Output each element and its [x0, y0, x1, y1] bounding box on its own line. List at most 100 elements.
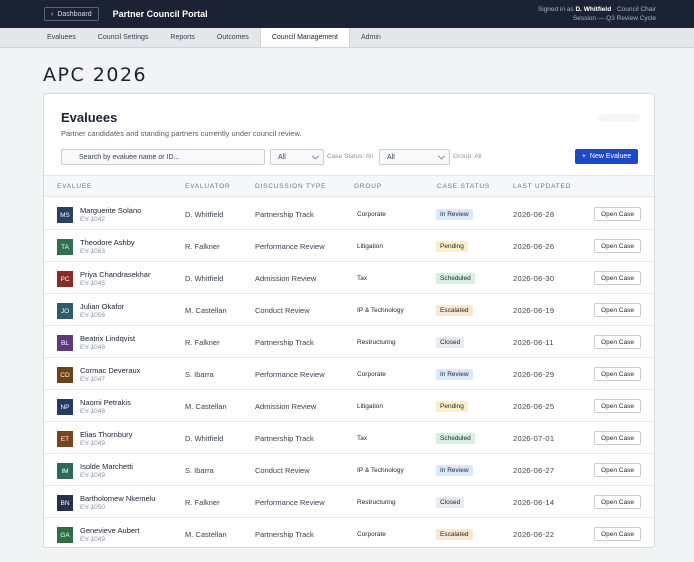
evaluee-name[interactable]: Isolde Marchetti	[80, 462, 133, 471]
last-updated: 2026-06-11	[513, 338, 554, 347]
evaluator: R. Falkner	[185, 498, 220, 507]
evaluator: D. Whitfield	[185, 210, 224, 219]
open-case-button[interactable]: Open Case	[594, 495, 641, 509]
dashboard-button[interactable]: ‹ Dashboard	[44, 7, 99, 21]
last-updated: 2026-06-19	[513, 306, 555, 315]
tab-admin[interactable]: Admin	[350, 28, 392, 47]
column-header-discussion-type[interactable]: DISCUSSION TYPE	[255, 183, 326, 190]
evaluator: D. Whitfield	[185, 274, 224, 283]
group: Corporate	[357, 211, 386, 218]
evaluee-id: EV-1048	[80, 408, 105, 415]
evaluator: S. Ibarra	[185, 466, 214, 475]
group: Tax	[357, 435, 368, 442]
group: Restructuring	[357, 499, 396, 506]
status-badge: In Review	[436, 209, 473, 220]
evaluee-id: EV-1042	[80, 216, 105, 223]
evaluee-id: EV-1048	[80, 344, 105, 351]
evaluator: R. Falkner	[185, 338, 220, 347]
evaluee-name[interactable]: Priya Chandrasekhar	[80, 270, 150, 279]
user-name[interactable]: D. Whitfield	[575, 6, 611, 13]
column-header-evaluee[interactable]: EVALUEE	[57, 183, 92, 190]
table-row[interactable]: GA Genevieve Aubert EV-1049 M. Castellan Par…	[44, 518, 654, 547]
table-row[interactable]: ET Elias Thornbury EV-1049 D. Whitfield Part…	[44, 422, 654, 454]
discussion-type: Admission Review	[255, 402, 317, 411]
discussion-type: Partnership Track	[255, 210, 314, 219]
card-title: Evaluees	[61, 110, 118, 125]
table-row[interactable]: IM Isolde Marchetti EV-1049 S. Ibarra Conduc…	[44, 454, 654, 486]
open-case-button[interactable]: Open Case	[594, 239, 641, 253]
evaluator: M. Castellan	[185, 306, 227, 315]
chevron-down-icon	[437, 152, 446, 160]
tab-outcomes[interactable]: Outcomes	[206, 28, 260, 47]
table-row[interactable]: BN Bartholomew Nkemelu EV-1050 R. Falkner Pe…	[44, 486, 654, 518]
column-header-group[interactable]: GROUP	[354, 183, 382, 190]
discussion-type: Conduct Review	[255, 306, 310, 315]
open-case-button[interactable]: Open Case	[594, 303, 641, 317]
tab-council-settings[interactable]: Council Settings	[87, 28, 160, 47]
table-row[interactable]: PC Priya Chandrasekhar EV-1045 D. Whitfield…	[44, 262, 654, 294]
evaluee-name[interactable]: Theodore Ashby	[80, 238, 135, 247]
tab-bar: Evaluees Council Settings Reports Outcom…	[0, 28, 694, 48]
table-row[interactable]: BL Beatrix Lindqvist EV-1048 R. Falkner Part…	[44, 326, 654, 358]
open-case-button[interactable]: Open Case	[594, 399, 641, 413]
search-placeholder: Search by evaluee name or ID...	[79, 153, 180, 161]
evaluator: R. Falkner	[185, 242, 220, 251]
discussion-type: Performance Review	[255, 498, 325, 507]
table-header: EVALUEE EVALUATOR DISCUSSION TYPE GROUP …	[44, 175, 654, 197]
search-input[interactable]: Search by evaluee name or ID...	[61, 149, 265, 165]
open-case-button[interactable]: Open Case	[594, 367, 641, 381]
last-updated: 2026-06-26	[513, 242, 555, 251]
evaluee-name[interactable]: Marguerite Solano	[80, 206, 141, 215]
open-case-button[interactable]: Open Case	[594, 271, 641, 285]
evaluee-id: EV-1047	[80, 376, 105, 383]
status-badge: Scheduled	[436, 433, 475, 444]
table-row[interactable]: TA Theodore Ashby EV-1083 R. Falkner Perform…	[44, 230, 654, 262]
status-badge: Escalated	[436, 305, 473, 316]
evaluee-name[interactable]: Beatrix Lindqvist	[80, 334, 135, 343]
group: Litigation	[357, 243, 384, 250]
case-status-select[interactable]: All	[270, 149, 324, 165]
evaluee-name[interactable]: Cormac Deveraux	[80, 366, 140, 375]
column-header-last-updated[interactable]: LAST UPDATED	[513, 183, 571, 190]
status-badge: Scheduled	[436, 273, 475, 284]
tab-reports[interactable]: Reports	[159, 28, 206, 47]
evaluee-id: EV-1049	[80, 472, 105, 479]
evaluee-id: EV-1049	[80, 440, 105, 447]
open-case-button[interactable]: Open Case	[594, 207, 641, 221]
open-case-button[interactable]: Open Case	[594, 431, 641, 445]
column-header-evaluator[interactable]: EVALUATOR	[185, 183, 231, 190]
open-case-button[interactable]: Open Case	[594, 335, 641, 349]
table-row[interactable]: NP Naomi Petrakis EV-1048 M. Castellan Admis…	[44, 390, 654, 422]
status-badge: Closed	[436, 337, 465, 348]
case-status-label: Case Status: All	[327, 153, 373, 160]
group-select[interactable]: All	[379, 149, 450, 165]
table-row[interactable]: JO Julian Okafor EV-1056 M. Castellan Conduc…	[44, 294, 654, 326]
chevron-left-icon: ‹	[51, 10, 54, 18]
evaluee-name[interactable]: Genevieve Aubert	[80, 526, 140, 535]
chevron-down-icon	[311, 152, 320, 160]
new-evaluee-label: New Evaluee	[589, 153, 632, 160]
table-row[interactable]: MS Marguerite Solano EV-1042 D. Whitfield Pa…	[44, 198, 654, 230]
last-updated: 2026-06-14	[513, 498, 555, 507]
last-updated: 2026-06-28	[513, 210, 555, 219]
new-evaluee-button[interactable]: + New Evaluee	[575, 149, 638, 164]
evaluee-name[interactable]: Bartholomew Nkemelu	[80, 494, 155, 503]
evaluee-name[interactable]: Elias Thornbury	[80, 430, 132, 439]
open-case-button[interactable]: Open Case	[594, 463, 641, 477]
placeholder-bar	[598, 114, 640, 122]
user-role: · Council Chair	[611, 6, 656, 13]
avatar: NP	[57, 399, 73, 415]
last-updated: 2026-07-01	[513, 434, 555, 443]
last-updated: 2026-06-22	[513, 530, 555, 539]
last-updated: 2026-06-25	[513, 402, 555, 411]
evaluee-name[interactable]: Julian Okafor	[80, 302, 124, 311]
table-row[interactable]: CD Cormac Deveraux EV-1047 S. Ibarra Perform…	[44, 358, 654, 390]
evaluator: D. Whitfield	[185, 434, 224, 443]
evaluee-name[interactable]: Naomi Petrakis	[80, 398, 131, 407]
column-header-case-status[interactable]: CASE STATUS	[437, 183, 490, 190]
tab-evaluees[interactable]: Evaluees	[36, 28, 87, 47]
tab-council-management[interactable]: Council Management	[259, 28, 350, 47]
discussion-type: Performance Review	[255, 370, 325, 379]
open-case-button[interactable]: Open Case	[594, 527, 641, 541]
session-label: Session — Q3 Review Cycle	[572, 15, 656, 22]
